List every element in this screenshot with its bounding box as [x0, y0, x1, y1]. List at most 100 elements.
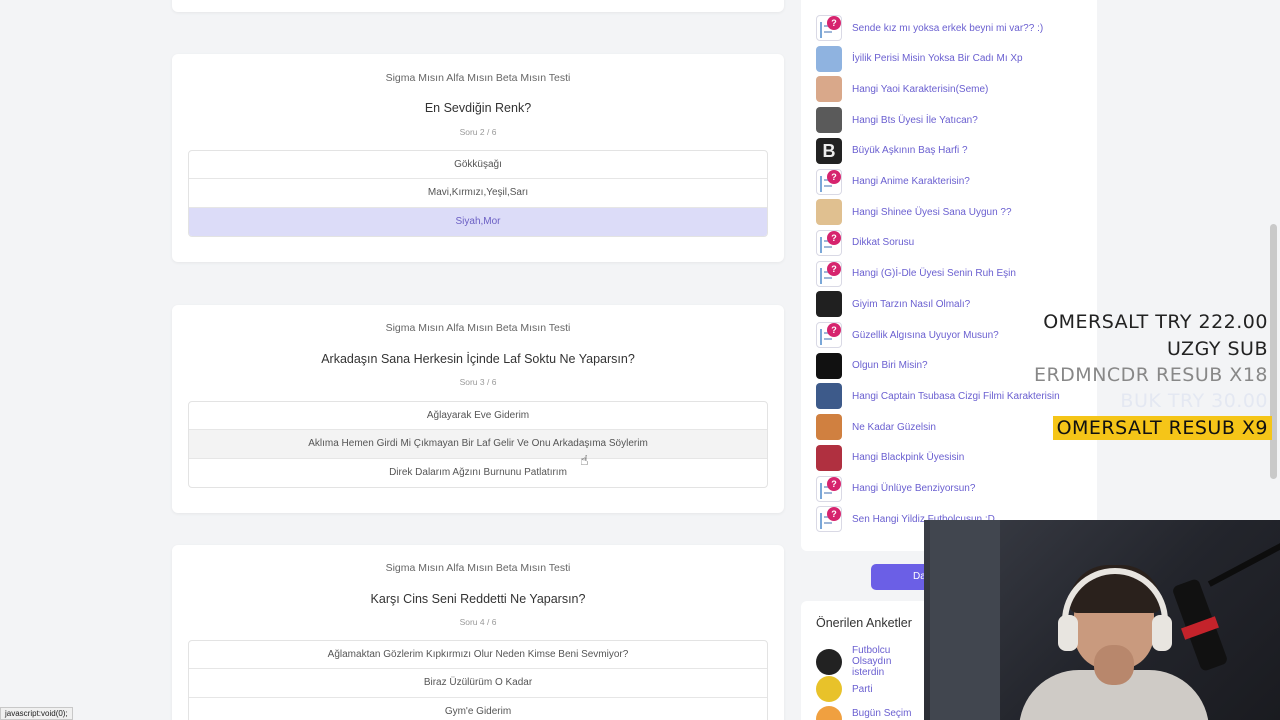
stream-alert-line: OMERSALT TRY 222.00 [1043, 311, 1268, 333]
suggested-poll-item[interactable]: Parti [816, 676, 912, 702]
answer-option[interactable]: Ağlamaktan Gözlerim Kıpkırmızı Olur Nede… [189, 641, 767, 670]
related-quiz-link[interactable]: Hangi Yaoi Karakterisin(Seme) [852, 84, 988, 95]
quiz-title: Sigma Mısın Alfa Mısın Beta Mısın Testi [385, 72, 571, 84]
quiz-question-icon: ? [816, 475, 842, 502]
related-quiz-link[interactable]: Giyim Tarzın Nasıl Olmalı? [852, 299, 970, 310]
question-badge-icon: ? [827, 323, 841, 337]
webcam-background-door [930, 520, 1000, 720]
question-badge-icon: ? [827, 261, 841, 276]
related-quiz-link[interactable]: Olgun Biri Misin? [852, 360, 928, 371]
related-quiz-link[interactable]: Hangi Anime Karakterisin? [852, 176, 970, 187]
related-quiz-link[interactable]: Hangi (G)İ-Dle Üyesi Senin Ruh Eşin [852, 268, 1016, 279]
question-badge-icon: ? [827, 16, 841, 30]
related-quiz-item[interactable]: Ne Kadar Güzelsin [816, 413, 936, 441]
quiz-question-icon: ? [816, 260, 842, 287]
suggested-poll-link[interactable]: Futbolcu Olsaydın isterdin [852, 645, 912, 678]
quiz-thumbnail [816, 76, 842, 103]
quiz-thumbnail [816, 291, 842, 318]
webcam-person-hand [1094, 645, 1134, 685]
suggested-poll-item[interactable]: Bugün Seçim O [816, 706, 912, 720]
related-quiz-item[interactable]: ? Hangi Ünlüye Benziyorsun? [816, 475, 975, 503]
related-quiz-link[interactable]: Hangi Shinee Üyesi Sana Uygun ?? [852, 207, 1012, 218]
quiz-question-icon: ? [816, 322, 842, 348]
previous-question-card [172, 0, 784, 12]
related-quiz-item[interactable]: Hangi Yaoi Karakterisin(Seme) [816, 75, 988, 103]
related-quiz-item[interactable]: ? Hangi Anime Karakterisin? [816, 168, 970, 196]
related-quiz-item[interactable]: İyilik Perisi Misin Yoksa Bir Cadı Mı Xp [816, 45, 1023, 73]
related-quiz-item[interactable]: ? Güzellik Algısına Uyuyor Musun? [816, 321, 999, 349]
quiz-thumbnail [816, 414, 842, 441]
answer-option[interactable]: Direk Dalarım Ağzını Burnunu Patlatırım [189, 459, 767, 487]
hand-cursor-icon: ☝ [580, 452, 589, 468]
related-quiz-link[interactable]: Ne Kadar Güzelsin [852, 422, 936, 433]
related-quiz-item[interactable]: Giyim Tarzın Nasıl Olmalı? [816, 290, 970, 318]
question-text: En Sevdiğin Renk? [424, 101, 532, 115]
related-quiz-link[interactable]: Güzellik Algısına Uyuyor Musun? [852, 330, 999, 341]
related-quiz-item[interactable]: Hangi Shinee Üyesi Sana Uygun ?? [816, 198, 1012, 226]
quiz-thumbnail [816, 352, 842, 379]
answer-list: Ağlamaktan Gözlerim Kıpkırmızı Olur Nede… [188, 640, 768, 720]
question-progress: Soru 3 / 6 [459, 377, 497, 387]
question-badge-icon: ? [827, 507, 841, 522]
quiz-thumbnail [816, 383, 842, 410]
related-quiz-item[interactable]: Hangi Bts Üyesi İle Yatıcan? [816, 106, 978, 134]
quiz-title: Sigma Mısın Alfa Mısın Beta Mısın Testi [385, 562, 571, 574]
question-card: Sigma Mısın Alfa Mısın Beta Mısın Testi … [172, 54, 784, 262]
answer-list: Gökküşağı Mavi,Kırmızı,Yeşil,Sarı Siyah,… [188, 150, 768, 237]
suggested-poll-link[interactable]: Parti [852, 684, 912, 695]
webcam-mic-arm [1207, 539, 1280, 587]
quiz-title: Sigma Mısın Alfa Mısın Beta Mısın Testi [385, 322, 571, 334]
question-card: Sigma Mısın Alfa Mısın Beta Mısın Testi … [172, 545, 784, 720]
answer-option-hovered[interactable]: Aklıma Hemen Girdi Mi Çıkmayan Bir Laf G… [189, 430, 767, 459]
question-card: Sigma Mısın Alfa Mısın Beta Mısın Testi … [172, 305, 784, 513]
headset-earcup-left [1058, 615, 1078, 651]
related-quiz-link[interactable]: Hangi Ünlüye Benziyorsun? [852, 483, 975, 494]
related-quiz-item[interactable]: ? Sende kız mı yoksa erkek beyni mi var??… [816, 14, 1043, 42]
question-badge-icon: ? [827, 476, 841, 491]
answer-list: Ağlayarak Eve Giderim Aklıma Hemen Girdi… [188, 401, 768, 488]
answer-option-selected[interactable]: Siyah,Mor [189, 207, 767, 236]
question-badge-icon: ? [827, 169, 841, 184]
related-quiz-link[interactable]: Dikkat Sorusu [852, 237, 914, 248]
answer-option[interactable]: Mavi,Kırmızı,Yeşil,Sarı [189, 179, 767, 208]
stream-alert-line: ERDMNCDR RESUB X18 [1033, 364, 1268, 386]
answer-option[interactable]: Ağlayarak Eve Giderim [189, 402, 767, 431]
letter-b-icon: B [816, 137, 842, 164]
headset-earcup-right [1152, 615, 1172, 651]
stream-alert-highlight: OMERSALT RESUB X9 [1052, 416, 1272, 440]
related-quiz-link[interactable]: Hangi Captain Tsubasa Cizgi Filmi Karakt… [852, 391, 1060, 402]
answer-option[interactable]: Biraz Üzülürüm O Kadar [189, 669, 767, 698]
quiz-question-icon: ? [816, 506, 842, 533]
stream-alert-line: BUK TRY 30.00 [1120, 390, 1268, 412]
question-text: Karşı Cins Seni Reddetti Ne Yaparsın? [370, 592, 586, 606]
more-button[interactable]: Da [871, 564, 931, 590]
poll-logo-icon [816, 648, 842, 675]
related-quiz-link[interactable]: Hangi Bts Üyesi İle Yatıcan? [852, 115, 978, 126]
quiz-question-icon: ? [816, 168, 842, 195]
question-badge-icon: ? [827, 230, 841, 245]
scrollbar-thumb[interactable] [1270, 224, 1277, 479]
related-quiz-item[interactable]: Hangi Captain Tsubasa Cizgi Filmi Karakt… [816, 382, 1060, 410]
quiz-question-icon: ? [816, 15, 842, 41]
related-quiz-item[interactable]: ? Dikkat Sorusu [816, 229, 914, 257]
related-quiz-item[interactable]: B Büyük Aşkının Baş Harfi ? [816, 137, 968, 165]
poll-logo-icon [816, 676, 842, 702]
answer-option[interactable]: Gökküşağı [189, 151, 767, 180]
question-text: Arkadaşın Sana Herkesin İçinde Laf Soktu… [321, 352, 635, 366]
suggested-poll-item[interactable]: Futbolcu Olsaydın isterdin [816, 645, 912, 678]
question-progress: Soru 4 / 6 [459, 617, 497, 627]
question-progress: Soru 2 / 6 [459, 127, 497, 137]
quiz-thumbnail [816, 45, 842, 72]
answer-option[interactable]: Gym'e Giderim [189, 698, 767, 720]
quiz-thumbnail [816, 199, 842, 226]
related-quiz-item[interactable]: ? Hangi (G)İ-Dle Üyesi Senin Ruh Eşin [816, 260, 1016, 288]
related-quiz-link[interactable]: Hangi Blackpink Üyesisin [852, 452, 964, 463]
related-quiz-item[interactable]: Hangi Blackpink Üyesisin [816, 444, 964, 472]
related-quiz-link[interactable]: Büyük Aşkının Baş Harfi ? [852, 145, 968, 156]
poll-logo-icon [816, 706, 842, 720]
suggested-poll-link[interactable]: Bugün Seçim O [852, 708, 912, 720]
related-quiz-item[interactable]: Olgun Biri Misin? [816, 352, 928, 380]
related-quiz-link[interactable]: İyilik Perisi Misin Yoksa Bir Cadı Mı Xp [852, 53, 1023, 64]
related-quiz-link[interactable]: Sende kız mı yoksa erkek beyni mi var?? … [852, 23, 1043, 34]
stream-alert-line: UZGY SUB [1166, 338, 1268, 360]
